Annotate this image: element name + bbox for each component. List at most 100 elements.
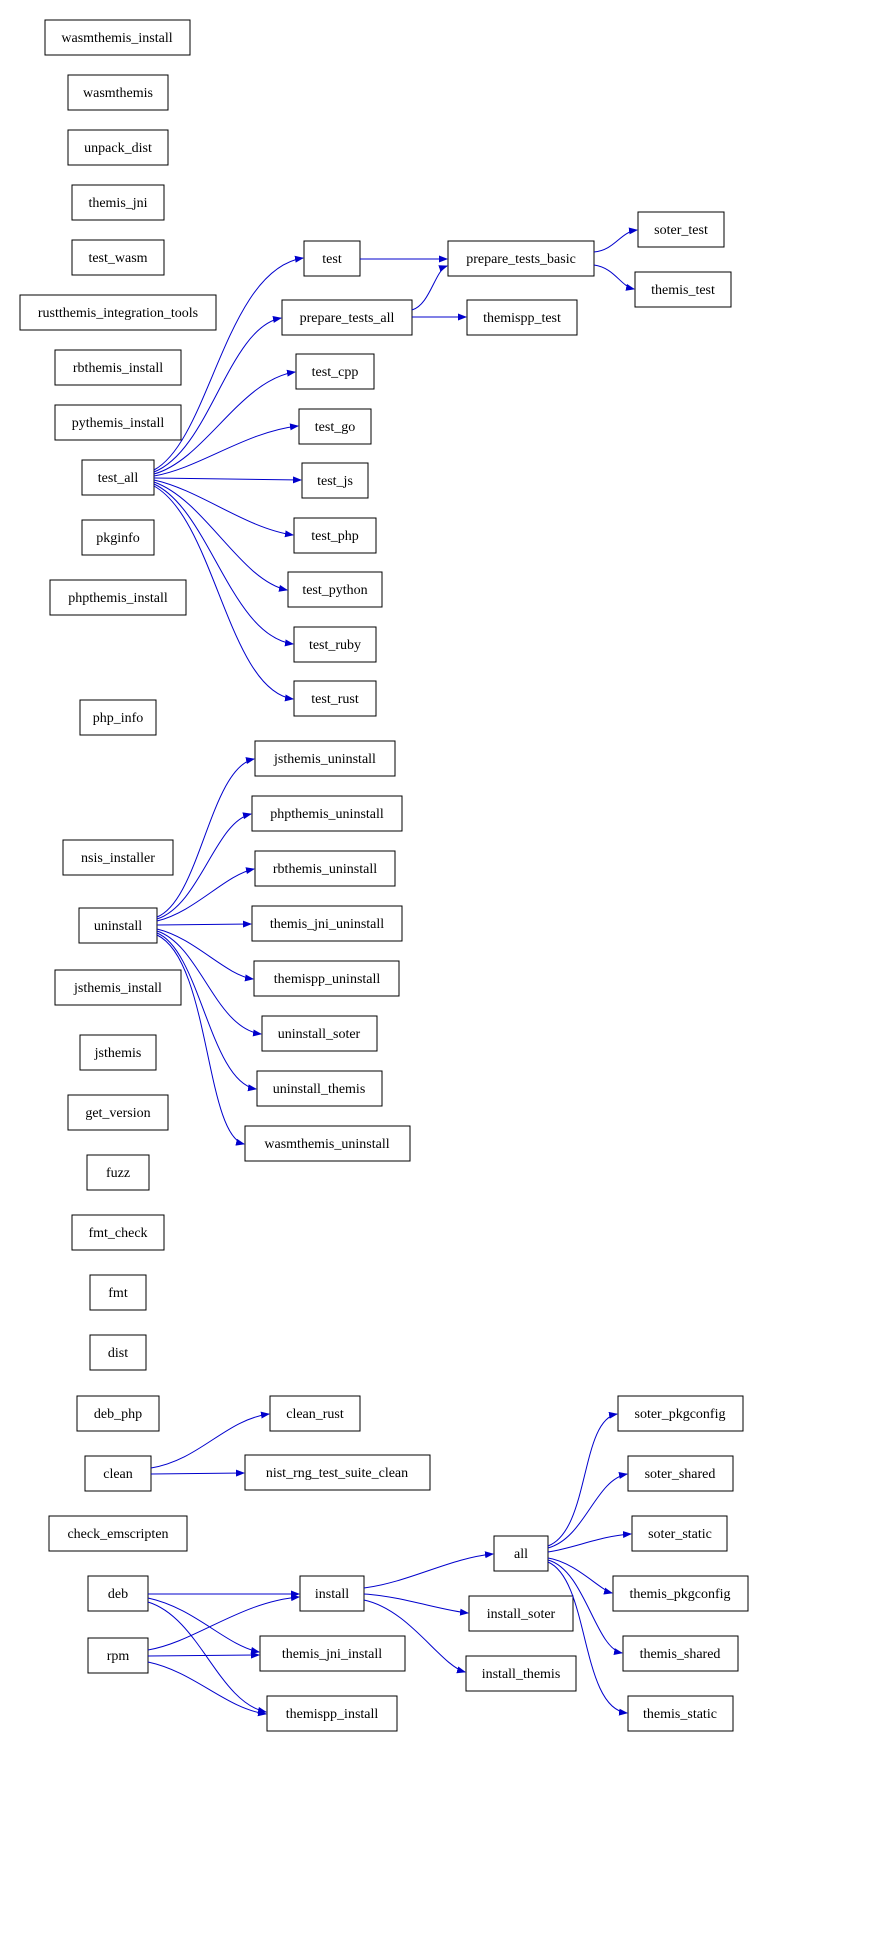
edge-prepare-tests-all-prepare-tests-basic: [412, 266, 447, 310]
node-soter-test: soter_test: [638, 212, 724, 247]
edge-test-all-test-php: [154, 480, 293, 535]
svg-text:soter_test: soter_test: [654, 223, 708, 238]
svg-text:themis_shared: themis_shared: [640, 1647, 721, 1662]
edge-install-all: [364, 1554, 493, 1588]
svg-text:jsthemis: jsthemis: [94, 1046, 142, 1061]
svg-text:install: install: [315, 1587, 349, 1602]
svg-text:unpack_dist: unpack_dist: [84, 141, 152, 156]
edge-test-all-test: [154, 258, 303, 470]
svg-text:soter_pkgconfig: soter_pkgconfig: [635, 1407, 726, 1422]
node-clean: clean: [85, 1456, 151, 1491]
edge-all-soter-shared: [548, 1474, 627, 1548]
svg-text:test_ruby: test_ruby: [309, 638, 361, 653]
svg-text:pythemis_install: pythemis_install: [72, 416, 165, 431]
svg-text:phpthemis_uninstall: phpthemis_uninstall: [270, 807, 384, 822]
node-themispp-test: themispp_test: [467, 300, 577, 335]
svg-text:nist_rng_test_suite_clean: nist_rng_test_suite_clean: [266, 1466, 408, 1481]
svg-text:test: test: [322, 252, 342, 267]
node-get-version: get_version: [68, 1095, 168, 1130]
node-test-js: test_js: [302, 463, 368, 498]
edge-uninstall-phpthemis-uninstall: [157, 814, 251, 919]
node-soter-shared: soter_shared: [628, 1456, 733, 1491]
svg-text:rpm: rpm: [107, 1649, 130, 1664]
node-test-ruby: test_ruby: [294, 627, 376, 662]
edge-uninstall-uninstall-themis: [157, 933, 256, 1089]
node-deb-php: deb_php: [77, 1396, 159, 1431]
node-prepare-tests-basic: prepare_tests_basic: [448, 241, 594, 276]
svg-text:phpthemis_install: phpthemis_install: [68, 591, 168, 606]
svg-text:test_php: test_php: [311, 529, 358, 544]
node-fmt: fmt: [90, 1275, 146, 1310]
svg-text:rbthemis_uninstall: rbthemis_uninstall: [273, 862, 377, 877]
edge-deb-themis-jni-install: [148, 1598, 259, 1652]
node-soter-pkgconfig: soter_pkgconfig: [618, 1396, 743, 1431]
node-test-python: test_python: [288, 572, 382, 607]
svg-text:themis_jni_install: themis_jni_install: [282, 1647, 382, 1662]
edge-deb-themispp-install: [148, 1602, 266, 1712]
node-install-themis: install_themis: [466, 1656, 576, 1691]
node-wasmthemis-uninstall: wasmthemis_uninstall: [245, 1126, 410, 1161]
svg-text:rbthemis_install: rbthemis_install: [73, 361, 163, 376]
edge-uninstall-wasmthemis-uninstall: [157, 935, 244, 1144]
node-rbthemis-uninstall: rbthemis_uninstall: [255, 851, 395, 886]
node-test-wasm: test_wasm: [72, 240, 164, 275]
edge-test-all-test-go: [154, 426, 298, 476]
node-php-info: php_info: [80, 700, 156, 735]
edge-uninstall-uninstall-soter: [157, 931, 261, 1034]
edge-uninstall-rbthemis-uninstall: [157, 869, 254, 921]
node-install: install: [300, 1576, 364, 1611]
node-nsis-installer: nsis_installer: [63, 840, 173, 875]
svg-text:themis_pkgconfig: themis_pkgconfig: [629, 1587, 730, 1602]
svg-text:themis_jni: themis_jni: [88, 196, 147, 211]
svg-text:jsthemis_uninstall: jsthemis_uninstall: [273, 752, 376, 767]
svg-text:soter_shared: soter_shared: [645, 1467, 716, 1482]
node-wasmthemis-install: wasmthemis_install: [45, 20, 190, 55]
node-rustthemis-integration-tools: rustthemis_integration_tools: [20, 295, 216, 330]
edge-prepare-tests-basic-themis-test: [594, 265, 634, 289]
node-uninstall-soter: uninstall_soter: [262, 1016, 377, 1051]
node-themis-shared: themis_shared: [623, 1636, 738, 1671]
edge-rpm-themis-jni-install: [148, 1655, 259, 1656]
svg-text:test_wasm: test_wasm: [88, 251, 147, 266]
node-themis-jni-install: themis_jni_install: [260, 1636, 405, 1671]
svg-text:test_python: test_python: [302, 583, 367, 598]
node-themis-test: themis_test: [635, 272, 731, 307]
node-check-emscripten: check_emscripten: [49, 1516, 187, 1551]
svg-text:themis_test: themis_test: [651, 283, 715, 298]
node-jsthemis-install: jsthemis_install: [55, 970, 181, 1005]
node-test-rust: test_rust: [294, 681, 376, 716]
node-deb: deb: [88, 1576, 148, 1611]
svg-text:themis_static: themis_static: [643, 1707, 717, 1722]
edge-test-all-test-ruby: [154, 484, 293, 644]
dependency-graph-svg: wasmthemis_install wasmthemis unpack_dis…: [0, 0, 880, 1940]
edge-all-themis-static: [548, 1562, 627, 1713]
svg-text:wasmthemis: wasmthemis: [83, 86, 153, 101]
node-phpthemis-install: phpthemis_install: [50, 580, 186, 615]
svg-text:wasmthemis_uninstall: wasmthemis_uninstall: [264, 1137, 389, 1152]
node-themispp-uninstall: themispp_uninstall: [254, 961, 399, 996]
edge-test-all-test-cpp: [154, 372, 295, 474]
svg-text:jsthemis_install: jsthemis_install: [73, 981, 162, 996]
node-uninstall: uninstall: [79, 908, 157, 943]
svg-text:uninstall_themis: uninstall_themis: [273, 1082, 366, 1097]
node-test: test: [304, 241, 360, 276]
svg-text:get_version: get_version: [85, 1106, 150, 1121]
svg-text:test_rust: test_rust: [311, 692, 359, 707]
node-rpm: rpm: [88, 1638, 148, 1673]
svg-text:prepare_tests_all: prepare_tests_all: [300, 311, 395, 326]
edge-clean-nist-rng: [151, 1473, 244, 1474]
svg-text:test_js: test_js: [317, 474, 353, 489]
svg-text:fuzz: fuzz: [106, 1166, 130, 1181]
edge-clean-clean-rust: [151, 1414, 269, 1468]
svg-text:install_themis: install_themis: [482, 1667, 561, 1682]
svg-text:clean: clean: [103, 1467, 133, 1482]
svg-text:uninstall: uninstall: [94, 919, 142, 934]
node-fmt-check: fmt_check: [72, 1215, 164, 1250]
node-soter-static: soter_static: [632, 1516, 727, 1551]
edge-test-all-test-js: [154, 478, 301, 480]
svg-text:rustthemis_integration_tools: rustthemis_integration_tools: [38, 306, 198, 321]
node-all: all: [494, 1536, 548, 1571]
edge-all-soter-pkgconfig: [548, 1414, 617, 1546]
svg-text:deb: deb: [108, 1587, 128, 1602]
svg-text:dist: dist: [108, 1346, 128, 1361]
